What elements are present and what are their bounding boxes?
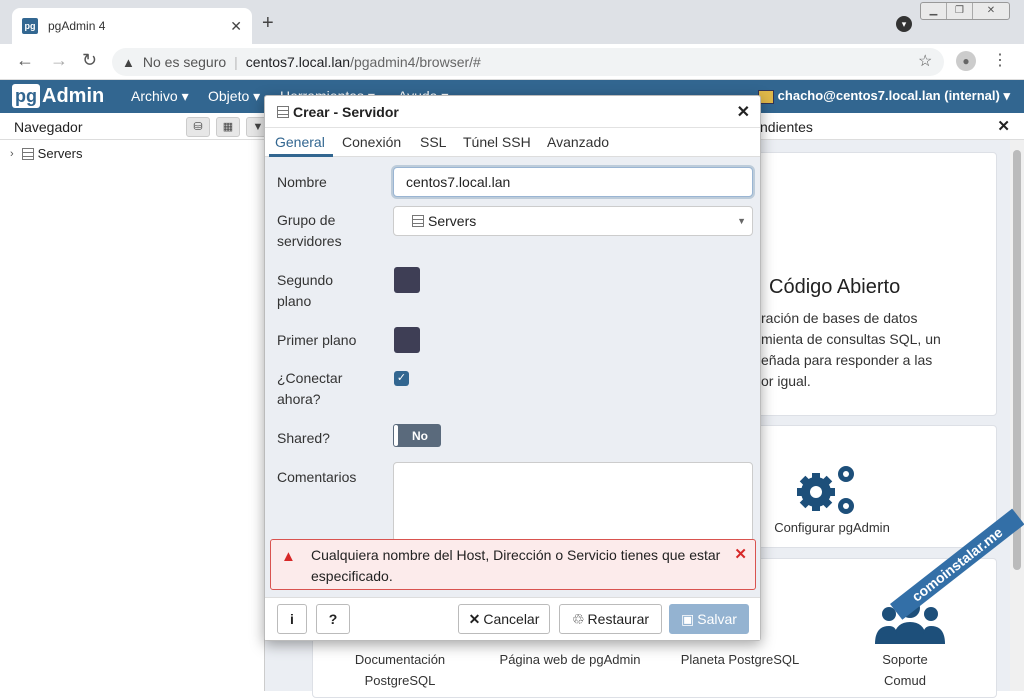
gears-icon[interactable] <box>790 462 862 518</box>
dialog-body: Nombre Grupo deservidores Servers ▼ Segu… <box>265 157 760 597</box>
query-tool-icon[interactable]: ⛁ <box>186 117 210 137</box>
shared-label: Shared? <box>277 430 330 446</box>
error-close-icon[interactable]: ✕ <box>734 545 747 563</box>
back-icon[interactable]: ← <box>16 50 34 71</box>
info-button[interactable]: i <box>277 604 307 634</box>
tab-conexion[interactable]: Conexión <box>342 134 401 150</box>
server-group-label: Grupo de servidores <box>277 212 342 249</box>
user-menu[interactable]: chacho@centos7.local.lan (internal) ▾ <box>757 88 1010 104</box>
object-tree: › Servers <box>0 140 265 691</box>
pgadmin-favicon-icon: pg <box>22 18 38 34</box>
docs-postgresql-link[interactable]: Documentación PostgreSQL <box>335 649 465 691</box>
error-alert: ▲ Cualquiera nombre del Host, Dirección … <box>270 539 756 590</box>
create-server-dialog: Crear - Servidor ✕ General Conexión SSL … <box>264 95 761 641</box>
welcome-text-line: ración de bases de datos <box>761 310 918 326</box>
scroll-thumb[interactable] <box>1013 150 1021 570</box>
error-message: Cualquiera nombre del Host, Dirección o … <box>311 547 721 584</box>
dropdown-caret-icon[interactable]: ▼ <box>737 216 746 226</box>
dialog-close-icon[interactable]: ✕ <box>737 102 750 122</box>
close-icon: ✕ <box>468 610 481 627</box>
toggle-knob <box>394 425 398 446</box>
url-host: centos7.local.lan <box>245 54 351 70</box>
forward-icon[interactable]: → <box>50 50 68 71</box>
comments-label: Comentarios <box>277 469 357 485</box>
chevron-right-icon[interactable]: › <box>10 148 14 160</box>
tab-search-icon[interactable]: ▾ <box>896 16 912 32</box>
browser-tab[interactable]: pg pgAdmin 4 ✕ <box>12 8 252 44</box>
server-group-icon <box>21 147 34 160</box>
not-secure-label: No es seguro <box>142 54 227 70</box>
browser-panel-header: Navegador ⛁ ▦ ▼ <box>0 113 270 140</box>
server-group-value: Servers <box>428 213 477 229</box>
restore-button[interactable]: ♲ Restaurar <box>559 604 662 634</box>
url-path: /pgadmin4/browser/# <box>350 54 481 70</box>
save-button[interactable]: ▣ Salvar <box>669 604 749 634</box>
background-color-picker[interactable] <box>394 267 420 293</box>
url-input[interactable]: ▲ No es seguro | centos7.local.lan /pgad… <box>112 48 944 76</box>
community-support-link[interactable]: Soporte Comud <box>855 649 955 691</box>
address-bar: ← → ↻ ▲ No es seguro | centos7.local.lan… <box>0 44 1024 80</box>
dashboard-scrollbar[interactable] <box>1010 140 1024 691</box>
close-panel-icon[interactable]: ✕ <box>997 117 1010 135</box>
foreground-label: Primer plano <box>277 332 357 348</box>
server-group-select[interactable]: Servers ▼ <box>393 206 753 236</box>
new-tab-icon[interactable]: + <box>262 12 274 35</box>
dialog-tabs: General Conexión SSL Túnel SSH Avanzado <box>265 128 760 157</box>
dashboard-tab-label[interactable]: ndientes <box>760 119 813 135</box>
warning-icon: ▲ <box>281 548 296 565</box>
browser-panel-title: Navegador <box>14 119 83 135</box>
connect-now-checkbox[interactable]: ✓ <box>394 371 409 386</box>
save-icon: ▣ <box>681 610 695 627</box>
foreground-color-picker[interactable] <box>394 327 420 353</box>
reload-icon[interactable]: ↻ <box>82 50 97 71</box>
minimize-icon[interactable]: ▁ <box>921 3 947 19</box>
welcome-text-line: or igual. <box>761 373 811 389</box>
menu-objeto[interactable]: Objeto ▾ <box>208 88 260 105</box>
menu-archivo[interactable]: Archivo ▾ <box>131 88 189 105</box>
bookmark-star-icon[interactable]: ☆ <box>918 51 932 71</box>
name-label: Nombre <box>277 174 327 190</box>
dialog-title-bar[interactable]: Crear - Servidor <box>265 96 760 128</box>
help-button[interactable]: ? <box>316 604 350 634</box>
welcome-text-line: mienta de consultas SQL, un <box>761 331 941 347</box>
close-tab-icon[interactable]: ✕ <box>230 18 242 35</box>
tab-general[interactable]: General <box>275 134 325 150</box>
tab-ssl[interactable]: SSL <box>420 134 446 150</box>
tab-title: pgAdmin 4 <box>48 19 106 33</box>
planet-postgresql-link[interactable]: Planeta PostgreSQL <box>670 649 810 670</box>
browser-tabstrip: pg pgAdmin 4 ✕ + ▾ ▁ ❐ ✕ <box>0 0 1024 44</box>
view-data-icon[interactable]: ▦ <box>216 117 240 137</box>
profile-avatar-icon[interactable]: ● <box>956 51 976 71</box>
url-separator: | <box>234 54 238 70</box>
name-input[interactable] <box>393 167 753 197</box>
server-group-icon <box>412 215 424 227</box>
close-window-icon[interactable]: ✕ <box>973 3 1009 19</box>
welcome-heading: Código Abierto <box>769 276 901 298</box>
welcome-text-line: eñada para responder a las <box>761 352 933 368</box>
background-label: Segundo plano <box>277 272 334 309</box>
server-icon <box>277 105 289 118</box>
pgadmin-website-link[interactable]: Página web de pgAdmin <box>490 649 650 670</box>
dialog-title: Crear - Servidor <box>293 103 399 120</box>
browser-menu-icon[interactable]: ⋮ <box>992 50 1008 70</box>
recycle-icon: ♲ <box>571 610 585 627</box>
dialog-footer: i ? ✕ Cancelar ♲ Restaurar ▣ Salvar <box>265 597 760 640</box>
tab-tunel-ssh[interactable]: Túnel SSH <box>463 134 531 150</box>
maximize-icon[interactable]: ❐ <box>947 3 973 19</box>
tree-node-label: Servers <box>37 146 83 161</box>
connect-now-label: ¿Conectar ahora? <box>277 370 343 407</box>
configure-pgadmin-link[interactable]: Configurar pgAdmin <box>762 517 902 538</box>
window-controls: ▁ ❐ ✕ <box>920 2 1010 20</box>
comments-textarea[interactable] <box>393 462 753 542</box>
pgadmin-logo: pg Admin <box>12 84 104 108</box>
warning-icon[interactable]: ▲ <box>122 55 135 70</box>
shared-toggle[interactable]: No <box>393 424 441 447</box>
cancel-button[interactable]: ✕ Cancelar <box>458 604 550 634</box>
tree-node-servers[interactable]: › Servers <box>10 146 82 161</box>
tab-avanzado[interactable]: Avanzado <box>547 134 609 150</box>
